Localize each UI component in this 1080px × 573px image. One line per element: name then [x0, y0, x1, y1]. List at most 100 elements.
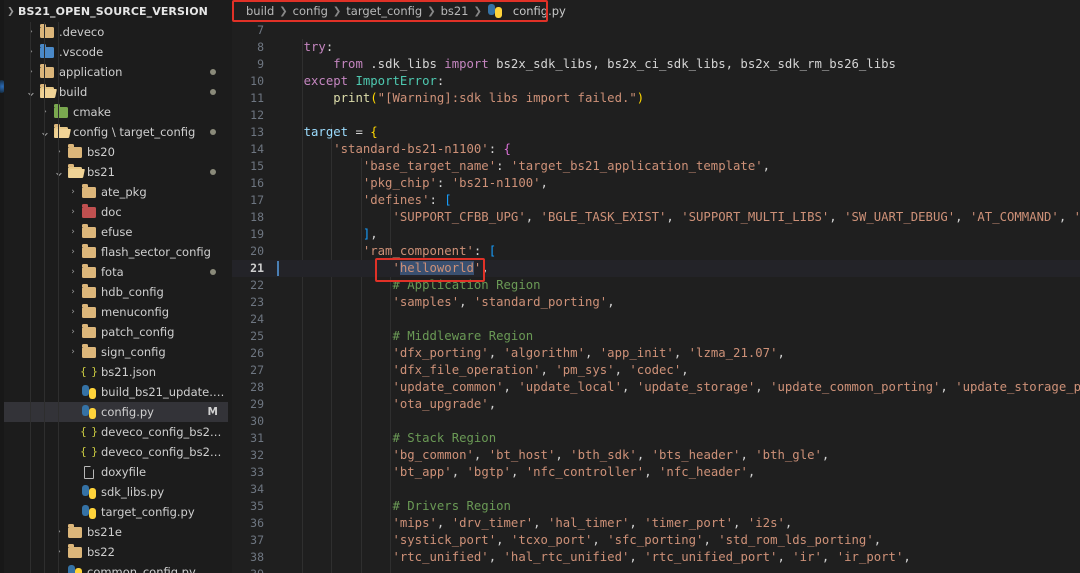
chevron-right-icon[interactable]: › [66, 202, 80, 222]
chevron-right-icon[interactable]: › [66, 342, 80, 362]
python-file-icon [66, 562, 83, 573]
tree-item-build-bs21-update-py[interactable]: ›build_bs21_update.py [4, 382, 232, 402]
chevron-down-icon[interactable]: ⌄ [52, 166, 66, 179]
tree-item-config-py[interactable]: ›config.pyM [4, 402, 232, 422]
breadcrumb[interactable]: build ❯ config ❯ target_config ❯ bs21 ❯ config.p… [232, 0, 1080, 22]
breadcrumb-segment[interactable]: bs21 [441, 4, 469, 18]
code-token: 'pkg_chip' [362, 176, 437, 190]
code-line[interactable]: 35 # Drivers Region [232, 498, 1080, 515]
tree-item-ate-pkg[interactable]: › ate_pkg [4, 182, 232, 202]
chevron-right-icon[interactable]: › [66, 302, 80, 322]
tree-item--vscode[interactable]: › .vscode [4, 42, 232, 62]
code-line[interactable]: 26 'dfx_porting', 'algorithm', 'app_init… [232, 345, 1080, 362]
code-editor[interactable]: 78 try: 9 from .sdk_libs import bs2x_sdk_… [232, 22, 1080, 573]
tree-item-deveco-config-bs2x-json[interactable]: ›{ }deveco_config_bs2x.json [4, 442, 232, 462]
code-line[interactable]: 8 try: [232, 39, 1080, 56]
breadcrumb-segment[interactable]: config [293, 4, 328, 18]
code-line[interactable]: 10 except ImportError: [232, 73, 1080, 90]
code-line[interactable]: 23 'samples', 'standard_porting', [232, 294, 1080, 311]
code-line[interactable]: 28 'update_common', 'update_local', 'upd… [232, 379, 1080, 396]
breadcrumb-segment[interactable]: target_config [346, 4, 422, 18]
code-line[interactable]: 31 # Stack Region [232, 430, 1080, 447]
chevron-down-icon[interactable]: ⌄ [38, 126, 52, 139]
code-text: # Application Region [274, 277, 1080, 294]
tree-item-doc[interactable]: › doc [4, 202, 232, 222]
tree-item-sdk-libs-py[interactable]: ›sdk_libs.py [4, 482, 232, 502]
chevron-down-icon[interactable]: ⌄ [24, 86, 38, 99]
code-line[interactable]: 27 'dfx_file_operation', 'pm_sys', 'code… [232, 362, 1080, 379]
code-text: 'mips', 'drv_timer', 'hal_timer', 'timer… [274, 515, 1080, 532]
chevron-right-icon[interactable]: › [24, 22, 38, 42]
code-lines[interactable]: 78 try: 9 from .sdk_libs import bs2x_sdk_… [232, 22, 1080, 573]
code-line[interactable]: 24 [232, 311, 1080, 328]
tree-item-sign-config[interactable]: › sign_config [4, 342, 232, 362]
explorer-sidebar[interactable]: ❯ BS21_OPEN_SOURCE_VERSION › .deveco › .vsc… [4, 0, 232, 573]
tree-item-build[interactable]: ⌄ build [4, 82, 232, 102]
chevron-right-icon[interactable]: › [24, 62, 38, 82]
chevron-right-icon[interactable]: › [66, 182, 80, 202]
code-line[interactable]: 36 'mips', 'drv_timer', 'hal_timer', 'ti… [232, 515, 1080, 532]
code-line[interactable]: 37 'systick_port', 'tcxo_port', 'sfc_por… [232, 532, 1080, 549]
code-line[interactable]: 19 ], [232, 226, 1080, 243]
breadcrumb-segment[interactable]: build [246, 4, 274, 18]
tree-item-bs21[interactable]: ⌄ bs21 [4, 162, 232, 182]
explorer-root-row[interactable]: ❯ BS21_OPEN_SOURCE_VERSION [4, 2, 232, 22]
tree-item-config-target-config[interactable]: ⌄ config \ target_config [4, 122, 232, 142]
tree-item-efuse[interactable]: › efuse [4, 222, 232, 242]
tree-item-cmake[interactable]: › cmake [4, 102, 232, 122]
code-line[interactable]: 15 'base_target_name': 'target_bs21_appl… [232, 158, 1080, 175]
tree-item-target-config-py[interactable]: ›target_config.py [4, 502, 232, 522]
tree-item-common-config-py[interactable]: ›common_config.py [4, 562, 232, 573]
tree-item-fota[interactable]: › fota [4, 262, 232, 282]
chevron-right-icon[interactable]: › [24, 42, 38, 62]
chevron-down-icon[interactable]: ❯ [4, 2, 18, 22]
chevron-right-icon[interactable]: › [52, 542, 66, 562]
tree-item-bs21-json[interactable]: ›{ }bs21.json [4, 362, 232, 382]
breadcrumb-file[interactable]: config.py [513, 4, 566, 18]
tree-item-hdb-config[interactable]: › hdb_config [4, 282, 232, 302]
chevron-right-icon[interactable]: › [52, 142, 66, 162]
file-tree[interactable]: › .deveco › .vscode › application ⌄ build › cmake… [4, 22, 232, 573]
chevron-right-icon[interactable]: › [66, 322, 80, 342]
chevron-right-icon[interactable]: › [38, 102, 52, 122]
code-line[interactable]: 9 from .sdk_libs import bs2x_sdk_libs, b… [232, 56, 1080, 73]
code-line[interactable]: 21 'helloworld', [232, 260, 1080, 277]
code-line[interactable]: 38 'rtc_unified', 'hal_rtc_unified', 'rt… [232, 549, 1080, 566]
tree-item-patch-config[interactable]: › patch_config [4, 322, 232, 342]
folder-icon [80, 182, 97, 202]
code-line[interactable]: 33 'bt_app', 'bgtp', 'nfc_controller', '… [232, 464, 1080, 481]
tree-item-bs21e[interactable]: › bs21e [4, 522, 232, 542]
code-line[interactable]: 18 'SUPPORT_CFBB_UPG', 'BGLE_TASK_EXIST'… [232, 209, 1080, 226]
tree-item--deveco[interactable]: › .deveco [4, 22, 232, 42]
code-line[interactable]: 30 [232, 413, 1080, 430]
tree-indent-guide [44, 22, 45, 573]
code-line[interactable]: 25 # Middleware Region [232, 328, 1080, 345]
code-line[interactable]: 7 [232, 22, 1080, 39]
code-token: , [821, 550, 837, 564]
code-line[interactable]: 32 'bg_common', 'bt_host', 'bth_sdk', 'b… [232, 447, 1080, 464]
code-line[interactable]: 29 'ota_upgrade', [232, 396, 1080, 413]
chevron-right-icon[interactable]: › [66, 262, 80, 282]
tree-item-bs22[interactable]: › bs22 [4, 542, 232, 562]
code-line[interactable]: 12 [232, 107, 1080, 124]
tree-item-application[interactable]: › application [4, 62, 232, 82]
code-line[interactable]: 34 [232, 481, 1080, 498]
code-line[interactable]: 17 'defines': [ [232, 192, 1080, 209]
chevron-right-icon[interactable]: › [66, 282, 80, 302]
code-line[interactable]: 13 target = { [232, 124, 1080, 141]
code-line[interactable]: 22 # Application Region [232, 277, 1080, 294]
code-line[interactable]: 16 'pkg_chip': 'bs21-n1100', [232, 175, 1080, 192]
chevron-right-icon[interactable]: › [66, 242, 80, 262]
tree-item-menuconfig[interactable]: › menuconfig [4, 302, 232, 322]
code-line[interactable]: 39 [232, 566, 1080, 573]
tree-item-bs20[interactable]: › bs20 [4, 142, 232, 162]
code-line[interactable]: 11 print("[Warning]:sdk libs import fail… [232, 90, 1080, 107]
tree-item-deveco-config-bs2x-without-b-[interactable]: ›{ }deveco_config_bs2x_without_b... [4, 422, 232, 442]
chevron-right-icon[interactable]: › [66, 222, 80, 242]
code-line[interactable]: 20 'ram_component': [ [232, 243, 1080, 260]
tree-item-flash-sector-config[interactable]: › flash_sector_config [4, 242, 232, 262]
chevron-right-icon[interactable]: › [52, 522, 66, 542]
code-line[interactable]: 14 'standard-bs21-n1100': { [232, 141, 1080, 158]
tree-item-doxyfile[interactable]: ›doxyfile [4, 462, 232, 482]
